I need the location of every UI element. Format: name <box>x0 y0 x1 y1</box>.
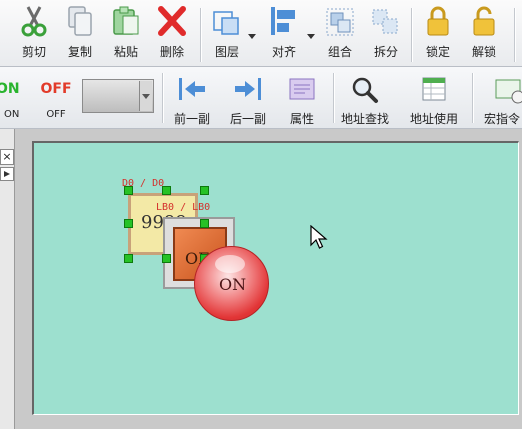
toolbar-separator <box>200 8 202 62</box>
delete-x-icon <box>155 4 189 38</box>
toolbar-separator <box>162 73 164 123</box>
ungroup-label: 拆分 <box>373 45 398 59</box>
on-round-button-object[interactable]: ON <box>194 246 269 321</box>
on-object-tool[interactable]: ON ON <box>0 81 28 120</box>
copy-button[interactable]: 复制 <box>58 4 102 60</box>
address-use-label: 地址使用 <box>409 112 458 126</box>
ungroup-button[interactable]: 拆分 <box>364 4 408 60</box>
group-label: 组合 <box>327 45 352 59</box>
delete-label: 删除 <box>159 45 184 59</box>
align-button[interactable]: 对齐 <box>262 4 306 60</box>
selection-handle[interactable] <box>162 254 171 263</box>
selection-handle[interactable] <box>200 186 209 195</box>
selection-handle[interactable] <box>124 186 133 195</box>
style-dropdown[interactable] <box>82 79 154 113</box>
toolbar-separator <box>333 73 335 123</box>
panel-close-icon[interactable]: × <box>0 149 14 165</box>
unlock-label: 解锁 <box>471 45 496 59</box>
toolbar-separator <box>514 8 516 62</box>
button-gloss <box>215 255 245 273</box>
selection-handle[interactable] <box>124 219 133 228</box>
macro-button[interactable]: 宏指令 <box>484 75 522 127</box>
unlock-icon <box>467 4 501 38</box>
cut-label: 剪切 <box>21 45 46 59</box>
address-table-icon <box>417 75 451 109</box>
copy-icon <box>63 4 97 38</box>
panel-scroll-icon[interactable] <box>0 167 14 181</box>
group-icon <box>323 4 357 38</box>
lock-label: 锁定 <box>425 45 450 59</box>
mouse-cursor-icon <box>310 224 328 254</box>
layer-dropdown-arrow-icon[interactable] <box>248 34 256 39</box>
delete-button[interactable]: 删除 <box>150 4 194 60</box>
properties-button[interactable]: 属性 <box>280 75 324 127</box>
lock-icon <box>421 4 455 38</box>
properties-icon <box>285 75 319 109</box>
next-screen-button[interactable]: 后一副 <box>226 75 270 127</box>
off-object-tool[interactable]: OFF OFF <box>38 81 74 120</box>
arrow-right-icon <box>231 75 265 109</box>
object-toolbar: ON ON OFF OFF 前一副 后一副 <box>0 67 522 129</box>
toolbar-separator <box>411 8 413 62</box>
chevron-down-icon[interactable] <box>139 81 152 111</box>
ungroup-icon <box>369 4 403 38</box>
selection-handle[interactable] <box>162 186 171 195</box>
align-dropdown-arrow-icon[interactable] <box>307 34 315 39</box>
on-button-label: ON <box>219 275 247 294</box>
scissors-icon <box>17 4 51 38</box>
macro-label: 宏指令 <box>484 112 521 126</box>
edit-toolbar: 剪切 复制 粘贴 删除 图层 对齐 组合 拆分 锁定 解锁 <box>0 0 522 67</box>
cut-button[interactable]: 剪切 <box>12 4 56 60</box>
paste-button[interactable]: 粘贴 <box>104 4 148 60</box>
layer-label: 图层 <box>214 45 239 59</box>
address-use-button[interactable]: 地址使用 <box>406 75 462 127</box>
paste-icon <box>109 4 143 38</box>
arrow-left-icon <box>175 75 209 109</box>
on-icon: ON <box>0 81 20 97</box>
off-object-tag: LB0 / LB0 <box>156 202 211 213</box>
next-screen-label: 后一副 <box>229 112 266 126</box>
on-label: ON <box>4 109 20 120</box>
left-dock-panel: × <box>0 129 15 429</box>
workspace: D0 / D0 9999 OFF LB0 / LB0 ON <box>15 129 522 429</box>
layer-button[interactable]: 图层 <box>205 4 249 60</box>
address-find-button[interactable]: 地址查找 <box>338 75 392 127</box>
previous-screen-button[interactable]: 前一副 <box>170 75 214 127</box>
magnifier-icon <box>348 75 382 109</box>
paste-label: 粘贴 <box>113 45 138 59</box>
off-icon: OFF <box>40 81 72 97</box>
align-icon <box>267 4 301 38</box>
off-label: OFF <box>46 109 66 120</box>
group-button[interactable]: 组合 <box>318 4 362 60</box>
selection-handle[interactable] <box>200 219 209 228</box>
selection-handle[interactable] <box>124 254 133 263</box>
properties-label: 属性 <box>289 112 314 126</box>
align-label: 对齐 <box>271 45 296 59</box>
toolbar-separator <box>472 73 474 123</box>
hmi-screen-canvas[interactable]: D0 / D0 9999 OFF LB0 / LB0 ON <box>32 141 519 415</box>
macro-icon <box>492 75 522 109</box>
lock-button[interactable]: 锁定 <box>416 4 460 60</box>
unlock-button[interactable]: 解锁 <box>462 4 506 60</box>
copy-label: 复制 <box>67 45 92 59</box>
address-find-label: 地址查找 <box>340 112 389 126</box>
layer-icon <box>210 4 244 38</box>
previous-screen-label: 前一副 <box>173 112 210 126</box>
